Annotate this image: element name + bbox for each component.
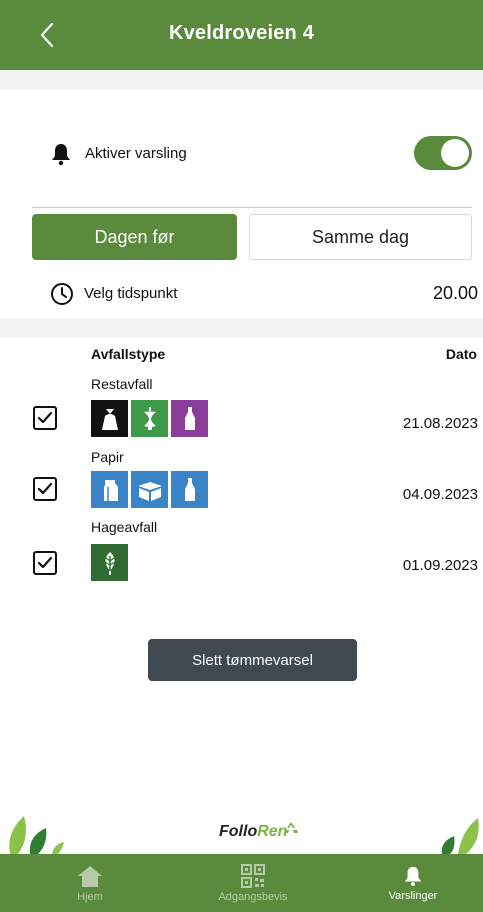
delete-notification-button[interactable]: Slett tømmevarsel (148, 639, 357, 681)
waste-date: 04.09.2023 (402, 486, 478, 503)
leaves-decoration-left (9, 816, 64, 854)
tab-home[interactable]: Hjem (52, 854, 128, 912)
brand-logo: FolloRen (219, 823, 288, 840)
notification-label: Aktiver varsling (85, 145, 187, 162)
waste-name: Restavfall (91, 376, 153, 392)
apple-core-icon (131, 400, 168, 437)
leaves-decoration-right (441, 818, 479, 854)
waste-row-hageavfall: Hageavfall 01.09.2023 (0, 519, 483, 583)
option-same-day[interactable]: Samme dag (249, 214, 472, 260)
cardboard-box-icon (131, 471, 168, 508)
milk-carton-icon (91, 471, 128, 508)
waste-name: Hageavfall (91, 519, 158, 535)
bell-icon (404, 866, 422, 886)
tab-notifications[interactable]: Varslinger (373, 854, 453, 912)
waste-checkbox[interactable] (33, 551, 57, 575)
recycle-icon (284, 822, 298, 833)
bottle-icon (171, 471, 208, 508)
waste-date: 01.09.2023 (402, 557, 478, 574)
column-header-date: Dato (445, 346, 477, 362)
header-shadow-band (0, 70, 483, 90)
waste-name: Papir (91, 449, 124, 465)
waste-date: 21.08.2023 (402, 415, 478, 432)
tab-access-card[interactable]: Adgangsbevis (203, 854, 303, 912)
option-day-before[interactable]: Dagen før (32, 214, 237, 260)
bell-icon (52, 144, 70, 166)
tab-label: Varslinger (388, 889, 438, 902)
waste-checkbox[interactable] (33, 477, 57, 501)
time-label: Velg tidspunkt (84, 285, 178, 302)
checkmark-icon (37, 482, 53, 495)
waste-row-restavfall: Restavfall 21.08.2023 (0, 376, 483, 440)
time-picker-row[interactable]: Velg tidspunkt 20.00 (50, 282, 478, 308)
waste-checkbox[interactable] (33, 406, 57, 430)
divider (32, 207, 472, 208)
checkmark-icon (37, 411, 53, 424)
home-icon (78, 865, 102, 887)
notification-row: Aktiver varsling (50, 136, 480, 170)
bottle-icon (171, 400, 208, 437)
checkmark-icon (37, 556, 53, 569)
page-title: Kveldroveien 4 (168, 22, 315, 44)
qr-code-icon (241, 863, 265, 888)
app-header: Kveldroveien 4 (0, 0, 483, 70)
leaf-icon (91, 544, 128, 581)
column-header-type: Avfallstype (91, 346, 166, 362)
toggle-knob (441, 139, 469, 167)
bottom-tab-bar: Hjem Adgangsbevis Varslinger (0, 854, 483, 912)
tab-label: Adgangsbevis (218, 890, 288, 903)
section-separator-band (0, 318, 483, 338)
trash-bag-icon (91, 400, 128, 437)
tab-label: Hjem (77, 890, 103, 903)
time-value: 20.00 (432, 283, 478, 303)
notification-toggle[interactable] (414, 136, 472, 170)
waste-row-papir: Papir 04.09.2023 (0, 449, 483, 513)
clock-icon (51, 283, 73, 305)
